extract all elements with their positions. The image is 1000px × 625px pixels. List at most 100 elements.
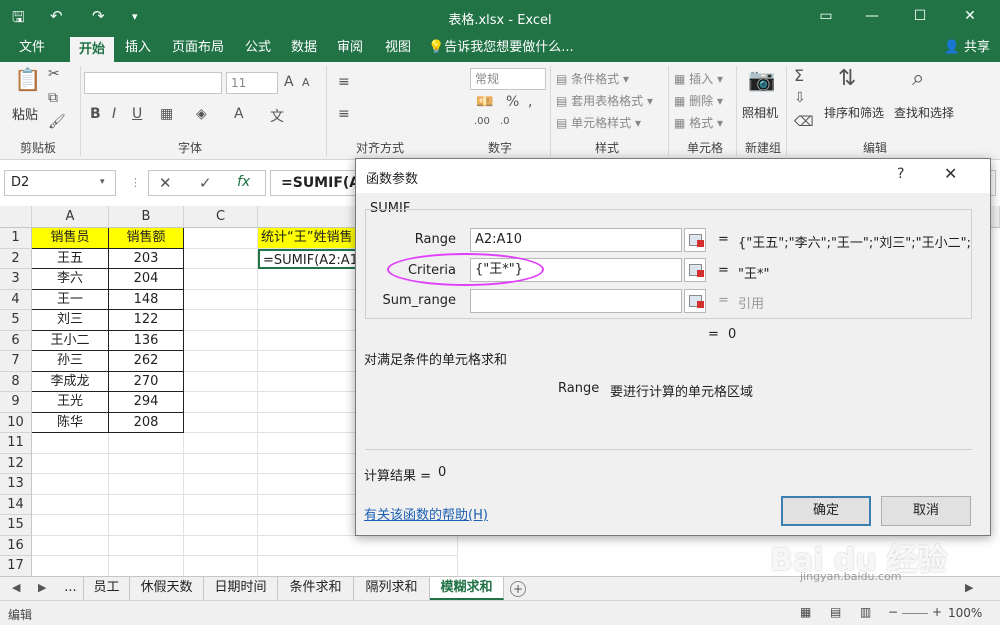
grid-cell[interactable]: 203 [109,248,184,269]
row-header[interactable]: 7 [0,351,32,372]
zoom-out-icon[interactable]: − [888,605,898,619]
format-cells-button[interactable]: ▦ 格式 ▾ [674,114,723,131]
row-header[interactable]: 8 [0,371,32,392]
row-header[interactable]: 11 [0,433,32,454]
sheet-tab-conditional-sum[interactable]: 条件求和 [278,577,354,600]
ribbon-display-icon[interactable]: ▭ [812,4,840,28]
grid-cell[interactable] [184,392,258,413]
grid-cell[interactable] [109,515,184,536]
format-painter-icon[interactable]: 🖌 [48,114,66,130]
minimize-button[interactable]: — [858,4,886,28]
grid-cell[interactable] [184,310,258,331]
range-collapse-button[interactable] [684,228,706,252]
grid-cell[interactable] [184,351,258,372]
delete-cells-button[interactable]: ▦ 删除 ▾ [674,92,723,109]
grid-cell[interactable]: 王小二 [32,330,109,351]
grow-font-icon[interactable]: A [284,74,294,90]
page-break-view-icon[interactable]: ▥ [860,605,871,619]
grid-cell[interactable]: 270 [109,371,184,392]
normal-view-icon[interactable]: ▦ [800,605,811,619]
find-select-icon[interactable]: ⌕ [912,66,924,91]
zoom-level[interactable]: 100% [948,606,982,620]
grid-cell[interactable]: 122 [109,310,184,331]
sort-filter-icon[interactable]: ⇅ [838,66,856,91]
grid-cell[interactable] [184,535,258,556]
row-header[interactable]: 15 [0,515,32,536]
grid-cell[interactable]: 204 [109,269,184,290]
percent-icon[interactable]: % [506,94,519,110]
grid-cell[interactable] [109,535,184,556]
grid-cell[interactable] [258,535,458,556]
row-header[interactable]: 4 [0,289,32,310]
grid-cell[interactable]: 王五 [32,248,109,269]
row-header[interactable]: 12 [0,453,32,474]
grid-cell[interactable] [184,494,258,515]
help-icon[interactable]: ? [897,166,904,182]
scroll-right-icon[interactable]: ▶ [38,581,46,594]
grid-cell[interactable] [32,535,109,556]
grid-cell[interactable] [184,515,258,536]
zoom-in-icon[interactable]: + [932,605,942,619]
column-header-a[interactable]: A [32,206,109,228]
sheet-tab-fuzzy-sum[interactable]: 模糊求和 [430,577,504,600]
font-size-combo[interactable]: 11 [226,72,278,94]
paste-icon[interactable]: 📋 [14,68,42,93]
bold-icon[interactable]: B [90,106,101,122]
insert-function-icon[interactable]: fx [237,174,250,190]
tab-formulas[interactable]: 公式 [238,34,278,62]
grid-cell[interactable]: 王光 [32,392,109,413]
cell-styles-button[interactable]: ▤ 单元格样式 ▾ [556,114,641,131]
grid-cell[interactable] [109,453,184,474]
close-button[interactable]: ✕ [956,4,984,28]
grid-cell[interactable] [184,228,258,249]
grid-cell[interactable]: 136 [109,330,184,351]
row-header[interactable]: 10 [0,412,32,433]
grid-cell[interactable]: 销售员 [32,228,109,249]
row-header[interactable]: 2 [0,248,32,269]
shrink-font-icon[interactable]: A [302,76,310,89]
sheet-tab-alternate-sum[interactable]: 隔列求和 [354,577,430,600]
grid-cell[interactable] [109,494,184,515]
decrease-decimal-icon[interactable]: .0 [500,116,510,127]
grid-cell[interactable]: 王一 [32,289,109,310]
find-select-label[interactable]: 查找和选择 [894,104,954,121]
grid-cell[interactable]: 262 [109,351,184,372]
top-align-icon[interactable]: ≡ [338,74,350,90]
paste-label[interactable]: 粘贴 [12,104,38,123]
function-help-link[interactable]: 有关该函数的帮助(H) [364,504,488,523]
row-header[interactable]: 17 [0,556,32,577]
name-box-dropdown-icon[interactable]: ▾ [100,177,105,187]
tab-insert[interactable]: 插入 [118,34,158,62]
phonetic-icon[interactable]: 文 [270,106,284,126]
borders-icon[interactable]: ▦ [160,106,173,122]
grid-cell[interactable] [184,289,258,310]
cut-icon[interactable]: ✂ [48,66,60,82]
zoom-slider[interactable] [902,613,928,614]
tell-me-search[interactable]: 💡告诉我您想要做什么... [428,34,588,62]
grid-cell[interactable]: 李六 [32,269,109,290]
row-header[interactable]: 16 [0,535,32,556]
sheet-tab-employee[interactable]: 员工 [84,577,130,600]
page-layout-view-icon[interactable]: ▤ [830,605,841,619]
sum-range-input[interactable] [470,289,682,313]
format-as-table-button[interactable]: ▤ 套用表格格式 ▾ [556,92,653,109]
conditional-format-button[interactable]: ▤ 条件格式 ▾ [556,70,629,87]
grid-cell[interactable]: 148 [109,289,184,310]
grid-cell[interactable]: 陈华 [32,412,109,433]
grid-cell[interactable] [184,474,258,495]
grid-cell[interactable] [32,453,109,474]
grid-cell[interactable]: 销售额 [109,228,184,249]
sum-range-collapse-button[interactable] [684,289,706,313]
row-header[interactable]: 1 [0,228,32,249]
fill-icon[interactable]: ⇩ [794,90,806,106]
left-align-icon[interactable]: ≡ [338,106,350,122]
row-header[interactable]: 13 [0,474,32,495]
grid-cell[interactable] [109,556,184,577]
grid-cell[interactable] [184,433,258,454]
grid-cell[interactable] [32,515,109,536]
tab-file[interactable]: 文件 [0,34,64,62]
grid-cell[interactable] [184,248,258,269]
select-all-corner[interactable] [0,206,32,228]
tab-data[interactable]: 数据 [284,34,324,62]
grid-cell[interactable]: 294 [109,392,184,413]
